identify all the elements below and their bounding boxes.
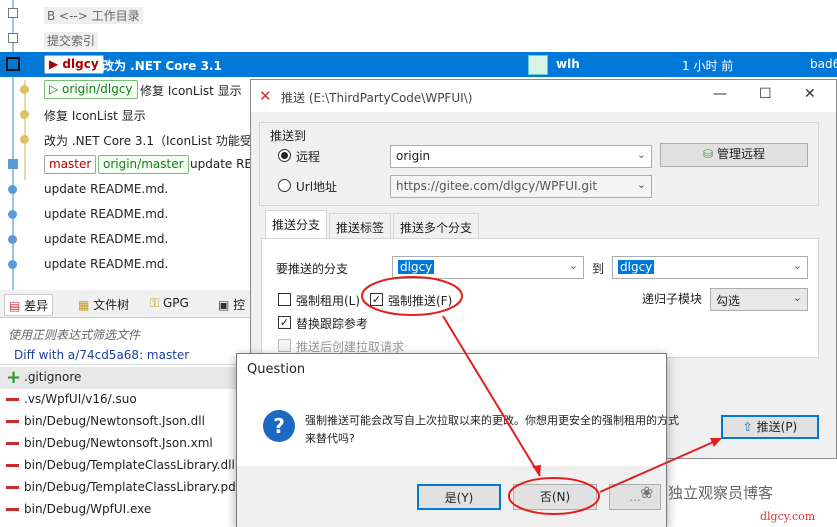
annotation-overlay [361, 276, 722, 515]
watermark-url: dlgcy.com [760, 510, 816, 523]
force-push-highlight [361, 276, 463, 316]
wechat-icon: ❀ [640, 483, 654, 502]
no-button-highlight [508, 477, 600, 515]
watermark: ❀ 独立观察员博客 [640, 481, 830, 503]
watermark-brand: 独立观察员博客 [668, 484, 774, 502]
annotation-arrow [442, 315, 541, 477]
arrowhead [532, 465, 541, 476]
